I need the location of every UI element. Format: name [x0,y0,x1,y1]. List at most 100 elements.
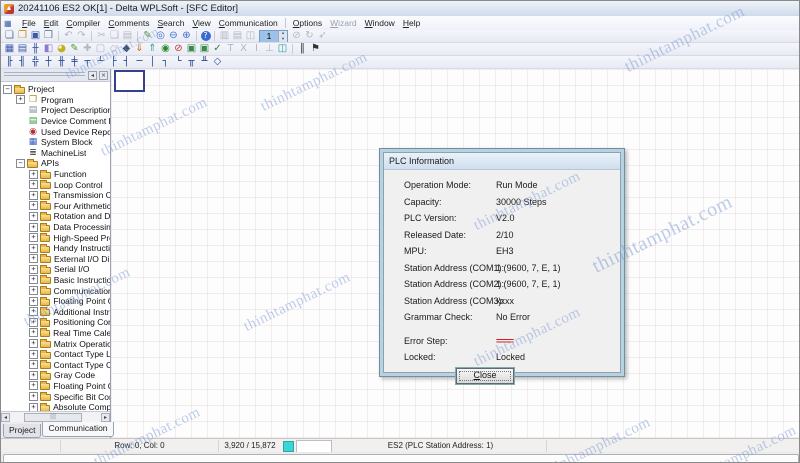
pen-edit-icon[interactable]: ✎ [142,30,154,42]
tree-item-gray-code[interactable]: +Gray Code [1,370,110,381]
expand-icon[interactable]: + [16,95,25,104]
expand-icon[interactable]: + [29,212,38,221]
tree-item-device-comment-li[interactable]: ▤Device Comment Li [1,116,110,127]
tree-item-communication[interactable]: +Communication [1,285,110,296]
new-file-icon[interactable]: ❏ [4,30,16,42]
open-file-icon[interactable]: ❐ [17,30,29,42]
tree-item-external-i-o-di[interactable]: +External I/O Di [1,254,110,265]
expand-icon[interactable]: + [29,307,38,316]
sfc-jump-icon[interactable]: ◇ [212,56,224,68]
tree-item-contact-type-c[interactable]: +Contact Type C [1,359,110,370]
ladder-coil-icon[interactable]: ╫ [56,56,68,68]
run-plc-icon[interactable]: ▣ [186,43,198,55]
zoom-level-spinner[interactable]: 1▴▾ [259,30,288,43]
tree-item-real-time-calen[interactable]: +Real Time Calen [1,328,110,339]
tab-project[interactable]: Project [3,424,41,438]
collapse-icon[interactable]: − [3,85,12,94]
expand-icon[interactable]: + [29,371,38,380]
com-setting-icon[interactable]: ◫ [277,43,289,55]
menu-file[interactable]: File [18,17,40,29]
tree-item-serial-i-o[interactable]: +Serial I/O [1,264,110,275]
expand-icon[interactable]: + [29,318,38,327]
tree-item-basic-instructio[interactable]: +Basic Instructio [1,275,110,286]
sfc-convergence-icon[interactable]: ╨ [199,56,211,68]
menu-options[interactable]: Options [289,17,326,29]
menu-view[interactable]: View [188,17,214,29]
dialog-title-bar[interactable]: PLC Information [384,153,620,170]
tree-item-loop-control[interactable]: +Loop Control [1,179,110,190]
bookmark-flag-icon[interactable]: ⚑ [310,43,322,55]
scroll-left-arrow[interactable]: ◂ [1,413,10,422]
ladder-application-icon[interactable]: ╪ [69,56,81,68]
expand-icon[interactable]: + [29,233,38,242]
tree-item-contact-type-l[interactable]: +Contact Type L [1,349,110,360]
device-monitor-icon[interactable]: ✓ [212,43,224,55]
tree-item-machinelist[interactable]: ≣MachineList [1,148,110,159]
edit-comment-icon[interactable]: ✎ [69,43,81,55]
tree-item-function[interactable]: +Function [1,169,110,180]
tree-item-floating-point-c[interactable]: +Floating Point C [1,381,110,392]
expand-icon[interactable]: + [29,180,38,189]
expand-icon[interactable]: + [29,191,38,200]
tree-item-absolute-compa[interactable]: +Absolute Compa [1,402,110,411]
panel-pin-button[interactable]: ◂ [88,71,97,80]
tree-item-specific-bit-cor[interactable]: +Specific Bit Cor [1,391,110,402]
expand-icon[interactable]: + [29,297,38,306]
help-icon[interactable]: ? [201,31,211,41]
tree-item-four-arithmetic[interactable]: +Four Arithmetic [1,201,110,212]
tree-item-project-description[interactable]: ▤Project Description [1,105,110,116]
expand-icon[interactable]: + [29,201,38,210]
spinner-arrows[interactable]: ▴▾ [278,31,287,42]
tree-item-rotation-and-di[interactable]: +Rotation and Di [1,211,110,222]
scroll-right-arrow[interactable]: ▸ [101,413,110,422]
ladder-falling-edge-icon[interactable]: ┤ [121,56,133,68]
stop-plc-icon[interactable]: ⊘ [173,43,185,55]
tree-item-used-device-report[interactable]: ◉Used Device Report [1,126,110,137]
sfc-transition-icon[interactable]: └ [173,56,185,68]
tree-item-program[interactable]: +❒Program [1,95,110,106]
panel-close-button[interactable]: × [99,71,108,80]
tree-item-positioning-cont[interactable]: +Positioning Cont [1,317,110,328]
expand-icon[interactable]: + [29,392,38,401]
upload-program-icon[interactable]: ⇑ [147,43,159,55]
collapse-icon[interactable]: − [16,159,25,168]
expand-icon[interactable]: + [29,244,38,253]
password-protect-icon[interactable]: ║ [297,43,309,55]
ladder-join-icon[interactable]: ┴ [95,56,107,68]
ladder-branch-icon[interactable]: ┬ [82,56,94,68]
save-file-icon[interactable]: ▣ [30,30,42,42]
print-icon[interactable]: ❒ [43,30,55,42]
sfc-step-icon[interactable]: ┐ [160,56,172,68]
tree-item-floating-point-o[interactable]: +Floating Point O [1,296,110,307]
scrollbar-thumb[interactable]: ||| [24,413,82,422]
tree-item-additional-instru[interactable]: +Additional Instru [1,306,110,317]
instruction-list-icon[interactable]: ▤ [17,43,29,55]
menu-compiler[interactable]: Compiler [62,17,104,29]
expand-icon[interactable]: + [29,339,38,348]
ladder-parallel-b-icon[interactable]: ┼ [43,56,55,68]
tree-item-high-speed-pro[interactable]: +High-Speed Pro [1,232,110,243]
ladder-horizontal-line-icon[interactable]: ─ [134,56,146,68]
ladder-contact-a-icon[interactable]: ╟ [4,56,16,68]
expand-icon[interactable]: + [29,170,38,179]
expand-icon[interactable]: + [29,223,38,232]
menu-window[interactable]: Window [361,17,399,29]
ladder-parallel-a-icon[interactable]: ╬ [30,56,42,68]
tab-communication[interactable]: Communication [42,422,113,437]
zoom-level-value[interactable]: 1 [260,31,278,42]
sfc-divergence-icon[interactable]: ╥ [186,56,198,68]
expand-icon[interactable]: + [29,265,38,274]
monitor-start-icon[interactable]: ▣ [199,43,211,55]
menu-communication[interactable]: Communication [215,17,282,29]
ladder-diagram-icon[interactable]: ▦ [4,43,16,55]
expand-icon[interactable]: + [29,328,38,337]
expand-icon[interactable]: + [29,381,38,390]
menu-comments[interactable]: Comments [104,17,153,29]
expand-icon[interactable]: + [29,286,38,295]
ladder-vertical-line-icon[interactable]: │ [147,56,159,68]
tree-item-system-block[interactable]: ▦System Block [1,137,110,148]
online-mode-icon[interactable]: ◉ [160,43,172,55]
ladder-rising-edge-icon[interactable]: ├ [108,56,120,68]
expand-icon[interactable]: + [29,350,38,359]
simulator-icon[interactable]: ◕ [56,43,68,55]
